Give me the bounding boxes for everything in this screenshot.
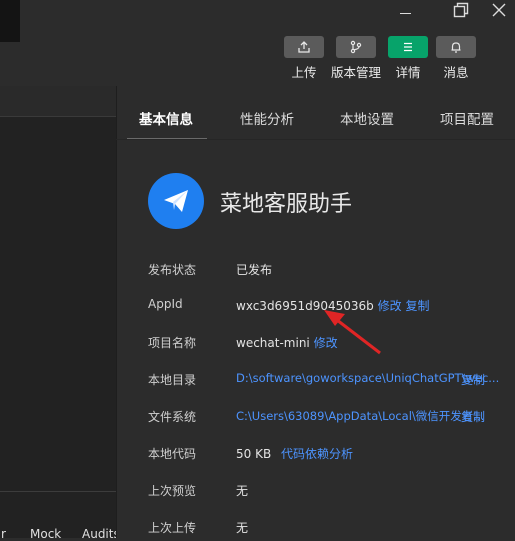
details-button[interactable] (388, 36, 428, 58)
debug-tab-mock[interactable]: Mock (30, 527, 61, 541)
editor-divider (0, 116, 116, 117)
debug-divider (0, 491, 116, 492)
upload-label: 上传 (291, 65, 317, 80)
file-system-value[interactable]: C:\Users\63089\AppData\Local\微信开发者... (236, 408, 484, 424)
debug-tab-audits[interactable]: Audits (82, 527, 120, 541)
close-button[interactable] (484, 0, 514, 20)
publish-status-value: 已发布 (236, 263, 273, 277)
tab-performance[interactable]: 性能分析 (240, 108, 294, 128)
minimize-button[interactable] (390, 0, 420, 20)
messages-label: 消息 (443, 65, 469, 80)
upload-icon (298, 41, 310, 53)
local-dir-label: 本地目录 (148, 373, 197, 387)
restore-icon (453, 2, 469, 18)
details-label: 详情 (395, 65, 421, 80)
editor-area (0, 86, 116, 538)
version-button[interactable] (336, 36, 376, 58)
active-tab-underline (127, 138, 207, 139)
menu-icon (404, 42, 412, 52)
file-system-copy-link[interactable]: 复制 (461, 408, 485, 425)
annotation-arrow (324, 310, 381, 355)
local-code-value: 50 KB (236, 447, 272, 461)
appid-label: AppId (148, 297, 183, 311)
tab-divider (116, 139, 515, 140)
tab-project-config[interactable]: 项目配置 (440, 108, 494, 128)
publish-status-label: 发布状态 (148, 263, 197, 277)
last-preview-label: 上次预览 (148, 484, 197, 498)
local-code-label: 本地代码 (148, 447, 197, 461)
paper-plane-icon (164, 190, 188, 212)
upload-button[interactable] (284, 36, 324, 58)
debug-tabs: r Mock Audits (0, 520, 120, 541)
editor-tabbar (0, 86, 116, 116)
tab-local-settings[interactable]: 本地设置 (340, 108, 394, 128)
app-name: 菜地客服助手 (220, 192, 353, 217)
appid-copy-link[interactable]: 复制 (405, 299, 429, 313)
project-name-value: wechat-mini (236, 336, 310, 350)
bell-icon (451, 42, 461, 53)
restore-button[interactable] (446, 0, 476, 20)
file-system-label: 文件系统 (148, 410, 197, 424)
last-upload-label: 上次上传 (148, 521, 197, 535)
debug-tab-partial[interactable]: r (1, 527, 6, 541)
tab-basic-info[interactable]: 基本信息 (139, 108, 193, 128)
local-dir-value[interactable]: D:\software\goworkspace\UniqChatGPT\wec.… (236, 371, 499, 385)
version-label: 版本管理 (330, 65, 381, 80)
editor-edge (0, 0, 20, 42)
last-upload-value: 无 (236, 521, 249, 535)
minimize-icon (399, 12, 411, 14)
project-name-label: 项目名称 (148, 336, 197, 350)
dependency-analysis-link[interactable]: 代码依赖分析 (281, 447, 353, 461)
local-code-row: 50 KB 代码依赖分析 (236, 445, 353, 462)
local-dir-copy-link[interactable]: 复制 (461, 371, 485, 388)
last-preview-value: 无 (236, 484, 249, 498)
close-icon (492, 3, 506, 17)
branch-icon (350, 40, 362, 54)
app-logo (148, 173, 204, 229)
messages-button[interactable] (436, 36, 476, 58)
